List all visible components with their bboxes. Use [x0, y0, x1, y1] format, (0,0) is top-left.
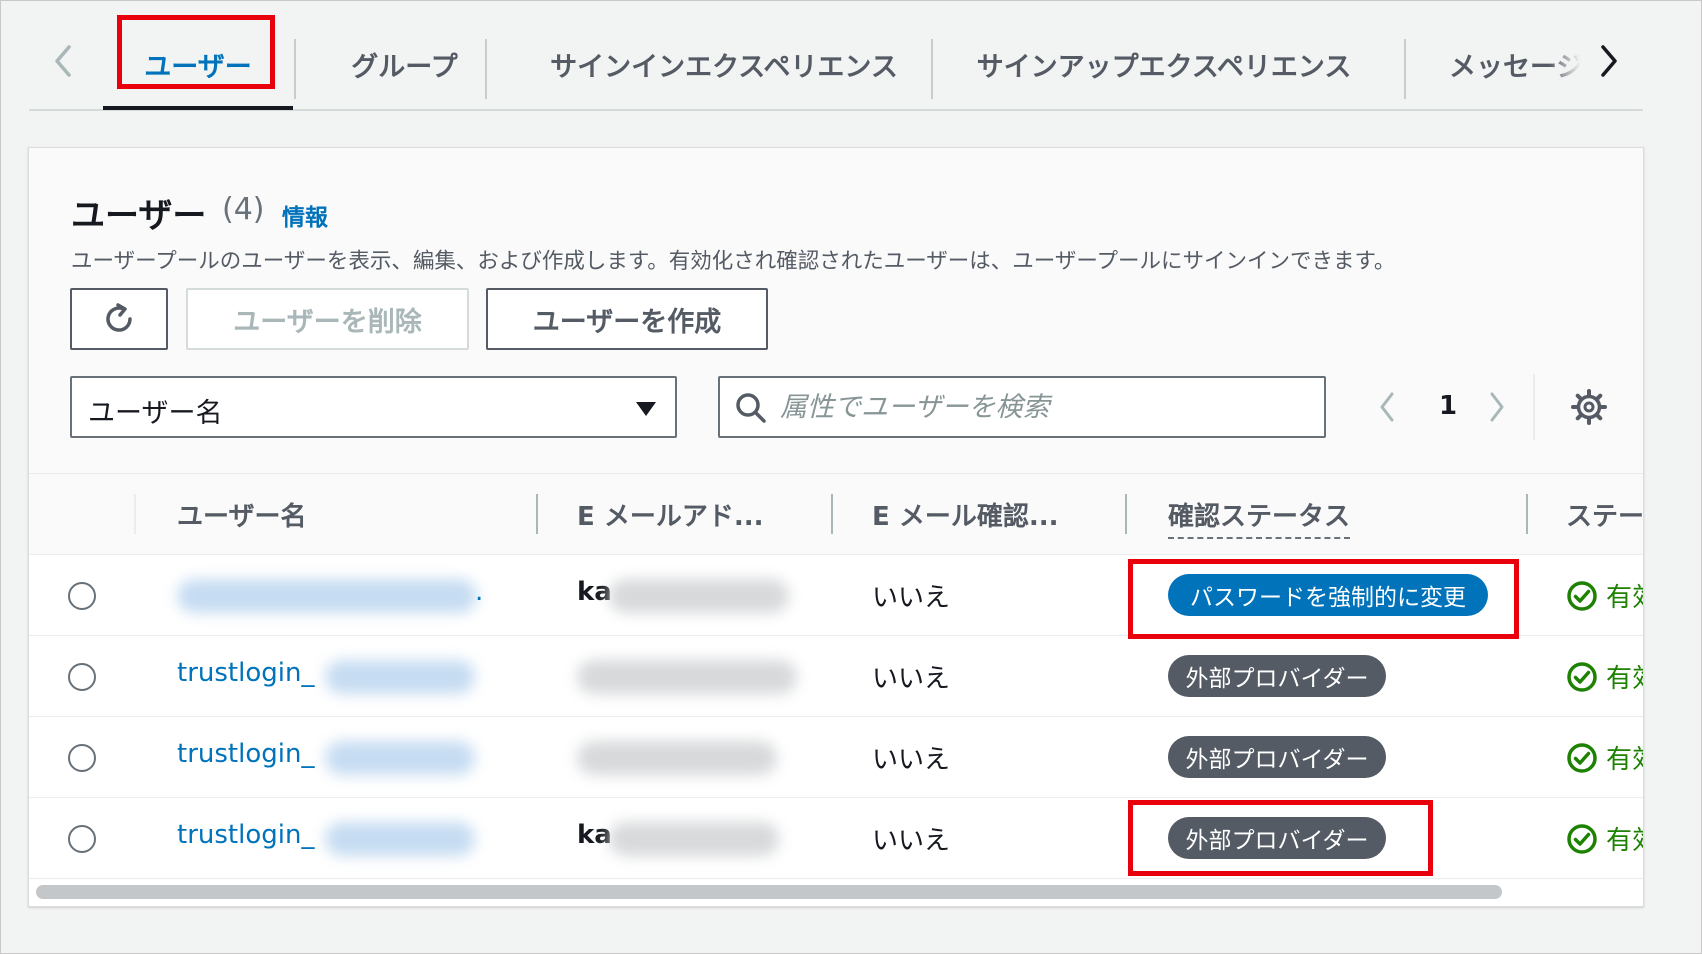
- table-row[interactable]: trustlogin_ いいえ 外部プロバイダー 有効: [29, 717, 1643, 798]
- table-header-row: ユーザー名 E メールアド... E メール確認... 確認ステータス ステー: [29, 473, 1643, 555]
- column-header-username[interactable]: ユーザー名: [177, 496, 306, 533]
- row-select-radio[interactable]: [68, 582, 96, 610]
- redacted-username: [325, 822, 475, 856]
- redacted-username: [177, 579, 477, 613]
- status-text: 有効: [1606, 745, 1643, 775]
- table-row[interactable]: trustlogin_ いいえ 外部プロバイダー 有効: [29, 636, 1643, 717]
- check-circle-icon: [1567, 661, 1597, 692]
- row-select-radio[interactable]: [68, 663, 96, 691]
- column-header-email[interactable]: E メールアド...: [577, 496, 763, 533]
- column-header-status[interactable]: ステー: [1566, 496, 1643, 533]
- confirmation-status-badge: 外部プロバイダー: [1168, 655, 1386, 697]
- chevron-left-icon: [1380, 392, 1394, 422]
- email-verified-cell: いいえ: [872, 826, 951, 856]
- confirmation-status-badge: 外部プロバイダー: [1168, 736, 1386, 778]
- chevron-right-icon: [1490, 392, 1504, 422]
- username-link[interactable]: trustlogin_: [177, 820, 314, 850]
- panel-description: ユーザープールのユーザーを表示、編集、および作成します。有効化され確認されたユー…: [71, 249, 1396, 274]
- redacted-username: [325, 660, 475, 694]
- check-circle-icon: [1567, 580, 1597, 611]
- chevron-right-icon: [1601, 45, 1617, 77]
- status-cell: 有効: [1566, 658, 1643, 695]
- panel-header: ユーザー (4) 情報 ユーザープールのユーザーを表示、編集、および作成します。…: [29, 148, 1643, 473]
- tab-scroll-left-button[interactable]: [45, 35, 81, 87]
- chevron-left-icon: [55, 45, 71, 77]
- highlight-users-tab: [117, 15, 275, 89]
- column-resize-handle[interactable]: [1526, 494, 1528, 534]
- pagination-divider: [1533, 374, 1535, 440]
- check-circle-icon: [1567, 823, 1597, 854]
- redacted-email: [609, 579, 789, 613]
- column-resize-handle[interactable]: [536, 494, 538, 534]
- redacted-email: [609, 822, 779, 856]
- status-cell: 有効: [1566, 739, 1643, 776]
- refresh-button[interactable]: [70, 288, 168, 350]
- email-cell: ka: [577, 820, 612, 850]
- row-select-radio[interactable]: [68, 744, 96, 772]
- search-input[interactable]: [780, 384, 1310, 430]
- tab-sign-in-experience[interactable]: サインインエクスペリエンス: [487, 17, 961, 111]
- column-resize-handle[interactable]: [1125, 494, 1127, 534]
- username-link[interactable]: trustlogin_: [177, 739, 314, 769]
- status-cell: 有効: [1566, 577, 1643, 614]
- column-header-email-verified[interactable]: E メール確認...: [872, 496, 1058, 533]
- column-divider: [134, 494, 136, 534]
- info-link[interactable]: 情報: [282, 198, 328, 232]
- previous-page-button[interactable]: [1369, 386, 1405, 428]
- app-frame: ユーザー グループ サインインエクスペリエンス サインアップエクスペリエンス メ…: [0, 0, 1702, 954]
- delete-user-button[interactable]: ユーザーを削除: [186, 288, 469, 350]
- redacted-email: [577, 741, 777, 775]
- username-link[interactable]: trustlogin_: [177, 658, 314, 688]
- status-text: 有効: [1606, 664, 1643, 694]
- status-cell: 有効: [1566, 820, 1643, 857]
- filter-property-select[interactable]: ユーザー名: [70, 376, 677, 438]
- user-count: (4): [222, 192, 265, 227]
- email-cell: ka: [577, 577, 612, 607]
- caret-down-icon: [636, 402, 656, 416]
- username-link[interactable]: .: [475, 577, 483, 607]
- row-select-radio[interactable]: [68, 825, 96, 853]
- settings-gear-icon[interactable]: [1570, 388, 1608, 426]
- filter-select-value: ユーザー名: [88, 398, 223, 429]
- current-page-number[interactable]: 1: [1439, 391, 1457, 421]
- users-panel: ユーザー (4) 情報 ユーザープールのユーザーを表示、編集、および作成します。…: [28, 147, 1644, 907]
- horizontal-scrollbar[interactable]: [36, 885, 1502, 899]
- column-header-confirmation-status[interactable]: 確認ステータス: [1168, 496, 1351, 539]
- email-verified-cell: いいえ: [872, 745, 951, 775]
- redacted-username: [325, 741, 475, 775]
- tab-sign-up-experience[interactable]: サインアップエクスペリエンス: [933, 17, 1395, 111]
- email-verified-cell: いいえ: [872, 583, 951, 613]
- tab-scroll-right-button[interactable]: [1591, 35, 1627, 87]
- highlight-external-provider: [1128, 800, 1433, 876]
- tab-divider: [1404, 39, 1406, 99]
- column-resize-handle[interactable]: [831, 494, 833, 534]
- highlight-force-change-password: [1128, 559, 1519, 639]
- create-user-button[interactable]: ユーザーを作成: [486, 288, 768, 350]
- status-text: 有効: [1606, 583, 1643, 613]
- refresh-icon: [106, 303, 132, 332]
- check-circle-icon: [1567, 742, 1597, 773]
- active-tab-indicator: [103, 106, 293, 110]
- search-icon: [736, 393, 766, 423]
- page-title: ユーザー: [71, 196, 207, 236]
- status-text: 有効: [1606, 826, 1643, 856]
- tab-overflow-fade: [1549, 27, 1591, 101]
- tab-groups[interactable]: グループ: [296, 17, 513, 111]
- next-page-button[interactable]: [1479, 386, 1515, 428]
- redacted-email: [577, 660, 797, 694]
- email-verified-cell: いいえ: [872, 664, 951, 694]
- search-field[interactable]: [718, 376, 1326, 438]
